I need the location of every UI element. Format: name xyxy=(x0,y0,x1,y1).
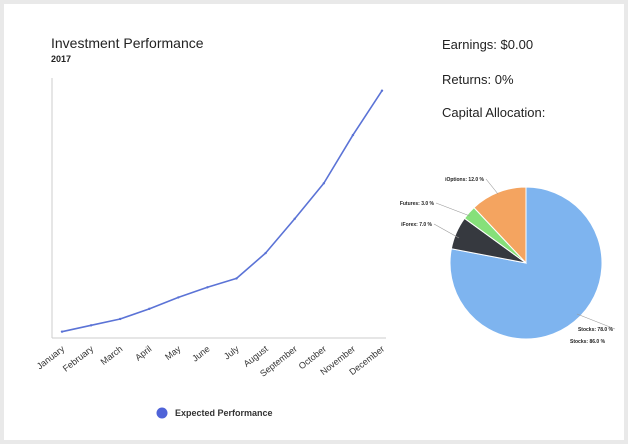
x-tick-label: April xyxy=(133,344,153,363)
pie-chart: Stocks: 78.0 % iForex: 7.0 % Futures: 3.0 … xyxy=(400,177,616,345)
chart-card: Investment Performance 2017 Earnings: $0… xyxy=(4,4,624,440)
x-tick-labels: JanuaryFebruary March April May June July Augu… xyxy=(35,343,386,378)
data-point-april[interactable] xyxy=(148,307,151,311)
pie-slice-label: iOptions: 12.0 % xyxy=(445,177,484,183)
x-tick-label: February xyxy=(61,343,96,373)
data-point-july[interactable] xyxy=(235,277,238,280)
x-tick-label: July xyxy=(222,343,241,361)
data-point-june[interactable] xyxy=(206,286,209,289)
chart-canvas: JanuaryFebruary March April May June July Augu… xyxy=(35,78,616,419)
data-point-december[interactable] xyxy=(380,89,384,92)
pie-slice-label: Stocks: 78.0 % xyxy=(578,327,614,333)
chart-legend[interactable]: Expected Performance xyxy=(156,407,273,419)
pie-label-leader xyxy=(435,202,471,217)
x-tick-label: June xyxy=(190,344,212,364)
series-line-expected-performance xyxy=(61,90,383,333)
pie-slice-label: iForex: 7.0 % xyxy=(401,222,432,228)
pie-extra-label: Stocks: 86.0 % xyxy=(570,339,606,345)
pie-slice-label: Futures: 3.0 % xyxy=(400,201,435,207)
pie-label-leader xyxy=(433,223,460,239)
data-point-january[interactable] xyxy=(60,330,64,333)
pie-label-leader xyxy=(485,178,499,195)
data-point-february[interactable] xyxy=(89,324,93,327)
data-point-october[interactable] xyxy=(322,182,326,185)
data-point-august[interactable] xyxy=(264,251,267,255)
legend-marker xyxy=(156,407,168,419)
data-point-may[interactable] xyxy=(177,296,180,299)
legend-label: Expected Performance xyxy=(175,408,273,418)
data-point-november[interactable] xyxy=(351,133,355,137)
x-tick-label: March xyxy=(99,344,125,367)
data-point-september[interactable] xyxy=(293,217,296,220)
data-point-march[interactable] xyxy=(118,317,122,321)
line-series-layer xyxy=(60,89,384,333)
x-tick-label: May xyxy=(163,343,183,362)
